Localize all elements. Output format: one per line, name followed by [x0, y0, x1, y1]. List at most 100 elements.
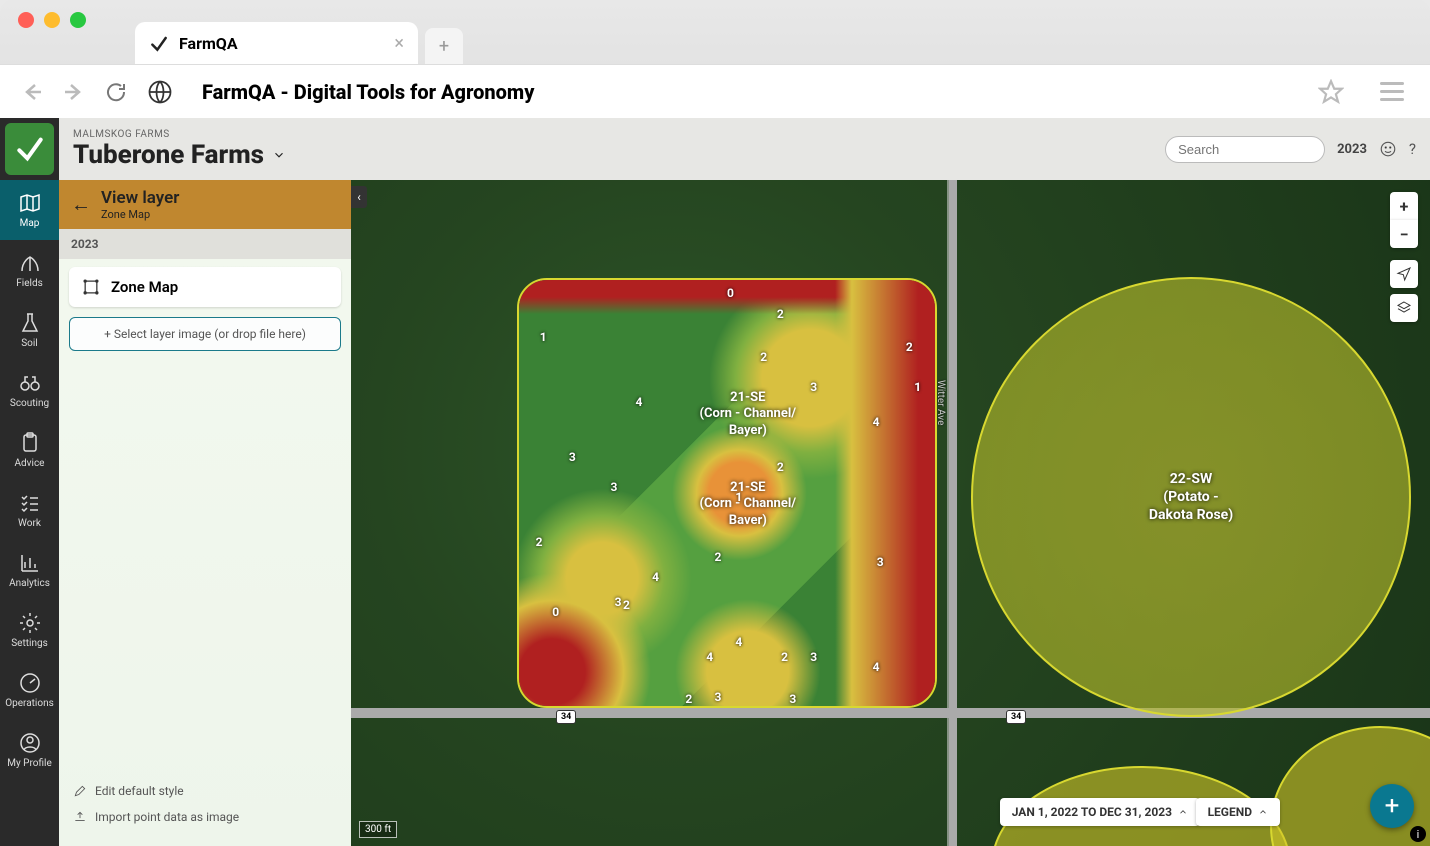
back-icon[interactable]	[20, 80, 44, 104]
nav-work[interactable]: Work	[0, 480, 59, 540]
person-icon	[18, 731, 42, 755]
zone-value: 2	[536, 535, 543, 549]
zone-value: 0	[552, 605, 559, 619]
zone-value: 3	[810, 380, 817, 394]
nav-label: Settings	[11, 638, 48, 649]
chevron-up-icon	[1178, 807, 1188, 817]
field-label-right: 22-SW (Potato - Dakota Rose)	[1149, 470, 1233, 525]
zoom-in-button[interactable]: +	[1390, 192, 1418, 220]
pencil-icon	[73, 784, 87, 798]
zone-value: 3	[810, 650, 817, 664]
zone-value: 2	[760, 350, 767, 364]
window-close-icon[interactable]	[18, 12, 34, 28]
edit-style-link[interactable]: Edit default style	[73, 778, 337, 804]
chart-icon	[18, 551, 42, 575]
import-data-link[interactable]: Import point data as image	[73, 804, 337, 830]
zone-value: 4	[706, 650, 713, 664]
legend-label: LEGEND	[1208, 805, 1252, 819]
gauge-icon	[18, 671, 42, 695]
locate-icon	[1396, 266, 1412, 282]
checklist-icon	[18, 491, 42, 515]
face-icon[interactable]	[1379, 140, 1397, 158]
zoom-out-button[interactable]: −	[1390, 220, 1418, 248]
bookmark-icon[interactable]	[1318, 79, 1344, 105]
zone-value: 1	[540, 330, 547, 344]
nav-scouting[interactable]: Scouting	[0, 360, 59, 420]
field-label-left-b: 21-SE (Corn - Channel/ Baver)	[699, 480, 796, 529]
nav-analytics[interactable]: Analytics	[0, 540, 59, 600]
year-section-header: 2023	[59, 229, 351, 259]
nav-advice[interactable]: Advice	[0, 420, 59, 480]
zone-value: 4	[873, 415, 880, 429]
zone-value: 3	[615, 595, 622, 609]
import-data-label: Import point data as image	[95, 810, 239, 824]
field-polygon-right[interactable]: 22-SW (Potato - Dakota Rose)	[971, 277, 1411, 717]
nav-label: Work	[18, 518, 41, 529]
polygon-icon	[81, 277, 101, 297]
check-logo-icon	[14, 133, 46, 165]
upload-icon	[73, 810, 87, 824]
layer-card[interactable]: Zone Map	[69, 267, 341, 307]
site-identity-icon[interactable]	[146, 78, 174, 106]
breadcrumb[interactable]: MALMSKOG FARMS	[73, 129, 1165, 140]
map-canvas[interactable]: Witter Ave 34 34 ‹ 21-SE (Corn - Channel…	[351, 180, 1430, 846]
close-tab-icon[interactable]: ×	[394, 33, 404, 54]
nav-settings[interactable]: Settings	[0, 600, 59, 660]
browser-tab[interactable]: FarmQA ×	[135, 22, 418, 64]
date-range-selector[interactable]: JAN 1, 2022 TO DEC 31, 2023	[1000, 798, 1200, 826]
nav-map[interactable]: Map	[0, 180, 59, 240]
zone-value: 1	[914, 380, 921, 394]
layers-button[interactable]	[1390, 294, 1418, 322]
back-button[interactable]: ←	[71, 192, 91, 217]
date-range-label: JAN 1, 2022 TO DEC 31, 2023	[1012, 805, 1172, 819]
panel-subtitle: Zone Map	[101, 208, 179, 221]
nav-profile[interactable]: My Profile	[0, 720, 59, 780]
zone-value: 4	[735, 635, 742, 649]
app-logo[interactable]	[5, 123, 54, 175]
nav-operations[interactable]: Operations	[0, 660, 59, 720]
zone-value: 2	[777, 307, 784, 321]
search-input[interactable]	[1165, 136, 1325, 163]
field-label-left: 21-SE (Corn - Channel/ Bayer)	[699, 390, 796, 439]
window-maximize-icon[interactable]	[70, 12, 86, 28]
browser-toolbar: FarmQA - Digital Tools for Agronomy	[0, 64, 1430, 118]
legend-toggle[interactable]: LEGEND	[1196, 798, 1280, 826]
nav-soil[interactable]: Soil	[0, 300, 59, 360]
scale-bar: 300 ft	[359, 821, 397, 838]
nav-label: Fields	[16, 278, 43, 289]
sidebar-nav: Map Fields Soil Scouting Advice Work Ana…	[0, 118, 59, 846]
help-icon[interactable]: ?	[1409, 140, 1416, 158]
add-fab-button[interactable]: +	[1370, 784, 1414, 828]
panel-title: View layer	[101, 188, 179, 208]
info-icon[interactable]: i	[1410, 826, 1426, 842]
year-selector[interactable]: 2023	[1337, 142, 1367, 157]
window-minimize-icon[interactable]	[44, 12, 60, 28]
nav-label: My Profile	[7, 758, 52, 769]
layer-name: Zone Map	[111, 278, 178, 296]
flask-icon	[18, 311, 42, 335]
zone-value: 4	[873, 660, 880, 674]
forward-icon[interactable]	[62, 80, 86, 104]
menu-icon[interactable]	[1380, 82, 1404, 101]
panel-header: ← View layer Zone Map	[59, 180, 351, 229]
app-root: Map Fields Soil Scouting Advice Work Ana…	[0, 118, 1430, 846]
chevron-up-icon	[1258, 807, 1268, 817]
refresh-icon[interactable]	[104, 80, 128, 104]
zone-value: 2	[715, 550, 722, 564]
nav-fields[interactable]: Fields	[0, 240, 59, 300]
address-bar[interactable]: FarmQA - Digital Tools for Agronomy	[192, 80, 1300, 104]
zone-value: 2	[781, 650, 788, 664]
collapse-panel-button[interactable]: ‹	[351, 186, 367, 208]
binoculars-icon	[18, 371, 42, 395]
farm-title-dropdown[interactable]: Tuberone Farms	[73, 140, 1165, 170]
layers-icon	[1396, 300, 1412, 316]
zone-value: 4	[652, 570, 659, 584]
zone-value: 2	[623, 598, 630, 612]
new-tab-button[interactable]: +	[425, 28, 463, 64]
field-polygon-left[interactable]: 21-SE (Corn - Channel/ Bayer) 21-SE (Cor…	[517, 278, 937, 708]
locate-button[interactable]	[1390, 260, 1418, 288]
nav-label: Map	[20, 218, 40, 229]
drop-zone[interactable]: + Select layer image (or drop file here)	[69, 317, 341, 351]
left-panel: ← View layer Zone Map 2023 Zone Map + Se…	[59, 180, 351, 846]
fields-icon	[18, 251, 42, 275]
